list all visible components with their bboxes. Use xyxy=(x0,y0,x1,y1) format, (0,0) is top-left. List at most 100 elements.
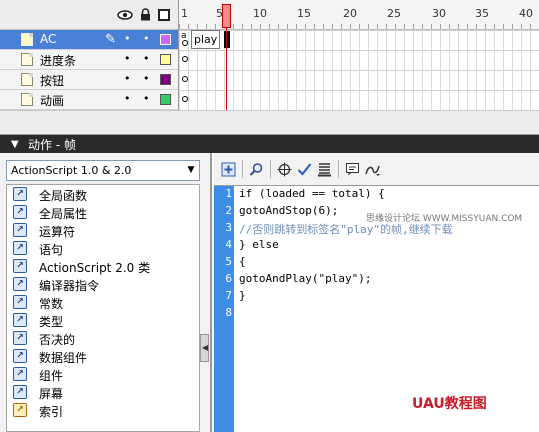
lock-dot[interactable]: • xyxy=(143,93,150,105)
playhead-handle[interactable] xyxy=(222,4,231,28)
code-line[interactable]: gotoAndStop(6); xyxy=(239,204,338,217)
keyframe-dot[interactable] xyxy=(182,40,188,46)
tree-item-label: ActionScript 2.0 类 xyxy=(39,261,151,275)
layer-name: 动画 xyxy=(40,94,65,108)
layer-icon xyxy=(21,33,33,46)
book-icon: ↗ xyxy=(13,349,27,363)
keyframe-dot[interactable] xyxy=(182,76,188,82)
tree-item[interactable]: ↗ 屏幕 xyxy=(7,383,199,401)
layer-controls xyxy=(0,110,178,134)
layer-row-ac[interactable]: AC ✎ • • xyxy=(0,30,178,50)
frame-area[interactable]: 1 5 10 15 20 25 30 35 40 a play xyxy=(178,0,539,110)
action-tree[interactable]: ↗ 全局函数 ↗ 全局属性 ↗ 运算符 ↗ 语句 ↗ ActionScript 2.0 类… xyxy=(6,184,200,432)
check-syntax-icon[interactable] xyxy=(296,161,313,178)
visibility-dot[interactable]: • xyxy=(124,33,131,45)
layer-color-swatch[interactable] xyxy=(160,74,171,85)
ruler-label: 15 xyxy=(297,7,311,20)
line-number: 3 xyxy=(225,221,232,234)
playhead-line xyxy=(226,28,227,110)
tree-item[interactable]: ↗ ActionScript 2.0 类 xyxy=(7,257,199,275)
layer-icon xyxy=(21,93,33,106)
line-number: 1 xyxy=(225,187,232,200)
lock-dot[interactable]: • xyxy=(143,53,150,65)
layer-icon xyxy=(21,53,33,66)
code-line[interactable]: if (loaded == total) { xyxy=(239,187,385,200)
ruler-label: 35 xyxy=(475,7,489,20)
code-line[interactable]: { xyxy=(239,255,246,268)
tree-item-label: 否决的 xyxy=(39,333,76,347)
book-icon: ↗ xyxy=(13,187,27,201)
timeline-scrollbar[interactable] xyxy=(178,110,539,134)
frame-ruler[interactable]: 1 5 10 15 20 25 30 35 40 xyxy=(179,0,539,30)
book-icon: ↗ xyxy=(13,205,27,219)
lock-dot[interactable]: • xyxy=(143,73,150,85)
layer-row-progress[interactable]: 进度条 • • xyxy=(0,50,178,70)
visibility-dot[interactable]: • xyxy=(124,53,131,65)
tree-item-label: 数据组件 xyxy=(39,351,88,365)
actions-panel-header[interactable]: ▼ 动作 - 帧 xyxy=(0,135,539,153)
layer-name: 进度条 xyxy=(40,54,77,68)
tree-item[interactable]: ↗ 全局函数 xyxy=(7,185,199,203)
code-hint-icon[interactable] xyxy=(344,161,361,178)
find-icon[interactable] xyxy=(248,161,265,178)
visibility-dot[interactable]: • xyxy=(124,93,131,105)
code-line[interactable]: } xyxy=(239,289,246,302)
pane-splitter[interactable]: ◀ xyxy=(200,334,209,362)
code-editor[interactable]: 1 2 3 4 5 6 7 8 if (loaded == total) { g… xyxy=(214,185,539,432)
collapse-icon[interactable]: ▼ xyxy=(11,139,19,150)
tree-item[interactable]: ↗ 运算符 xyxy=(7,221,199,239)
layer-header xyxy=(0,0,178,30)
book-icon: ↗ xyxy=(13,385,27,399)
collapse-arrow-icon[interactable]: ◀ xyxy=(202,343,208,352)
tree-item-label: 编译器指令 xyxy=(39,279,100,293)
layer-row-button[interactable]: 按钮 • • xyxy=(0,70,178,90)
lock-icon[interactable] xyxy=(140,8,151,21)
book-icon: ↗ xyxy=(13,313,27,327)
target-path-icon[interactable] xyxy=(276,161,293,178)
frame-grid[interactable]: a play xyxy=(179,30,539,110)
tree-item[interactable]: ↗ 语句 xyxy=(7,239,199,257)
actionscript-version-select[interactable]: ActionScript 1.0 & 2.0 ▼ xyxy=(6,160,200,181)
tree-item[interactable]: ↗ 组件 xyxy=(7,365,199,383)
line-number: 5 xyxy=(225,255,232,268)
debug-options-icon[interactable] xyxy=(364,161,381,178)
layer-color-swatch[interactable] xyxy=(160,54,171,65)
book-icon: ↗ xyxy=(13,259,27,273)
tree-item[interactable]: ↗ 类型 xyxy=(7,311,199,329)
layer-row-animation[interactable]: 动画 • • xyxy=(0,90,178,110)
visibility-dot[interactable]: • xyxy=(124,73,131,85)
eye-icon[interactable] xyxy=(117,9,133,20)
lock-dot[interactable]: • xyxy=(143,33,150,45)
auto-format-icon[interactable] xyxy=(316,161,333,178)
tree-item[interactable]: ↗ 数据组件 xyxy=(7,347,199,365)
book-icon: ↗ xyxy=(13,367,27,381)
tree-item[interactable]: ↗ 全局属性 xyxy=(7,203,199,221)
ruler-label: 40 xyxy=(519,7,533,20)
keyframe-dot[interactable] xyxy=(182,96,188,102)
layer-color-swatch[interactable] xyxy=(160,34,171,45)
tree-item-label: 运算符 xyxy=(39,225,76,239)
book-icon: ↗ xyxy=(13,295,27,309)
ruler-label: 30 xyxy=(432,7,446,20)
tree-item[interactable]: ↗ 索引 xyxy=(7,401,199,419)
actions-toolbox: ActionScript 1.0 & 2.0 ▼ ↗ 全局函数 ↗ 全局属性 ↗ 运算… xyxy=(0,153,212,432)
script-pane: 1 2 3 4 5 6 7 8 if (loaded == total) { g… xyxy=(214,153,539,432)
tree-item[interactable]: ↗ 否决的 xyxy=(7,329,199,347)
outline-icon[interactable] xyxy=(158,8,170,21)
playhead[interactable] xyxy=(222,0,231,110)
line-number: 4 xyxy=(225,238,232,251)
layer-name: AC xyxy=(40,32,57,46)
code-line[interactable]: gotoAndPlay("play"); xyxy=(239,272,371,285)
add-action-icon[interactable] xyxy=(220,161,237,178)
panel-title: 动作 - 帧 xyxy=(28,138,76,152)
tree-item[interactable]: ↗ 编译器指令 xyxy=(7,275,199,293)
tree-item[interactable]: ↗ 常数 xyxy=(7,293,199,311)
code-line[interactable]: } else xyxy=(239,238,279,251)
layer-color-swatch[interactable] xyxy=(160,94,171,105)
chevron-down-icon[interactable]: ▼ xyxy=(183,161,199,180)
version-select-value: ActionScript 1.0 & 2.0 xyxy=(11,164,132,177)
keyframe-dot[interactable] xyxy=(182,56,188,62)
timeline-panel: AC ✎ • • 进度条 • • 按钮 • • 动画 • • 1 5 10 15… xyxy=(0,0,539,135)
watermark-text: 思缘设计论坛 WWW.MISSYUAN.COM xyxy=(366,214,523,224)
toolbar-separator xyxy=(270,160,271,178)
